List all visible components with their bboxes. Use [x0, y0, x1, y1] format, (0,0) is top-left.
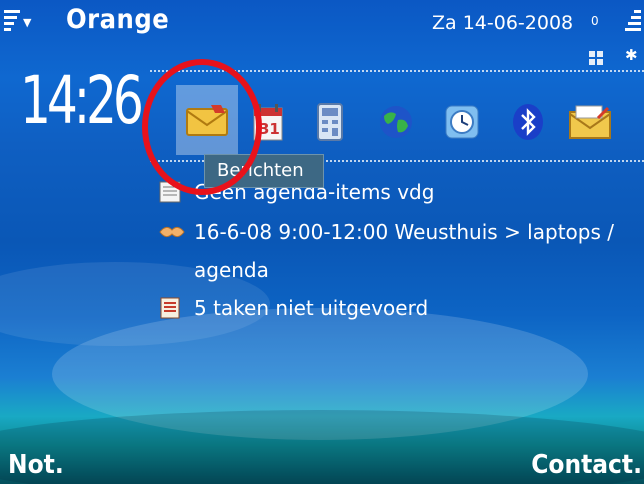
signal-antenna-icon: ▼ [23, 16, 32, 29]
home-screen: ▼ Orange Za 14-06-2008 0 ✱ 14:26 31 Geen… [0, 0, 644, 484]
globe-icon [380, 106, 412, 138]
signal-strength-icon [4, 10, 20, 40]
tasks-row[interactable]: 5 taken niet uitgevoerd [158, 296, 428, 320]
handshake-icon [159, 226, 185, 238]
shortcut-calculator[interactable] [306, 91, 354, 153]
operator-name: Orange [66, 4, 170, 35]
date-display: Za 14-06-2008 [432, 12, 574, 34]
clock-icon [445, 105, 479, 139]
wallpaper-ellipse [52, 308, 588, 440]
bluetooth-status-icon: ✱ [625, 46, 638, 64]
active-apps-icon [589, 51, 603, 65]
annotation-circle [142, 59, 262, 195]
shortcut-web[interactable] [372, 91, 420, 153]
svg-text:31: 31 [259, 120, 280, 138]
battery-label: 0 [591, 14, 599, 28]
mail-icon [569, 105, 611, 139]
bluetooth-icon [513, 104, 543, 140]
shortcut-mail[interactable] [566, 91, 614, 153]
shortcut-bluetooth[interactable] [504, 91, 552, 153]
right-softkey[interactable]: Contact. [531, 450, 642, 480]
clock: 14:26 [20, 62, 144, 139]
shortcut-clock[interactable] [438, 91, 486, 153]
left-softkey[interactable]: Not. [8, 450, 64, 480]
tasks-icon [160, 297, 180, 319]
tasks-label: 5 taken niet uitgevoerd [194, 296, 429, 320]
battery-icon [625, 10, 641, 40]
appointment-label-continued: agenda [194, 258, 269, 282]
calculator-icon [317, 103, 343, 141]
agenda-appointment-row[interactable]: 16-6-08 9:00-12:00 Weusthuis > laptops / [158, 220, 614, 244]
appointment-label: 16-6-08 9:00-12:00 Weusthuis > laptops / [194, 220, 614, 244]
